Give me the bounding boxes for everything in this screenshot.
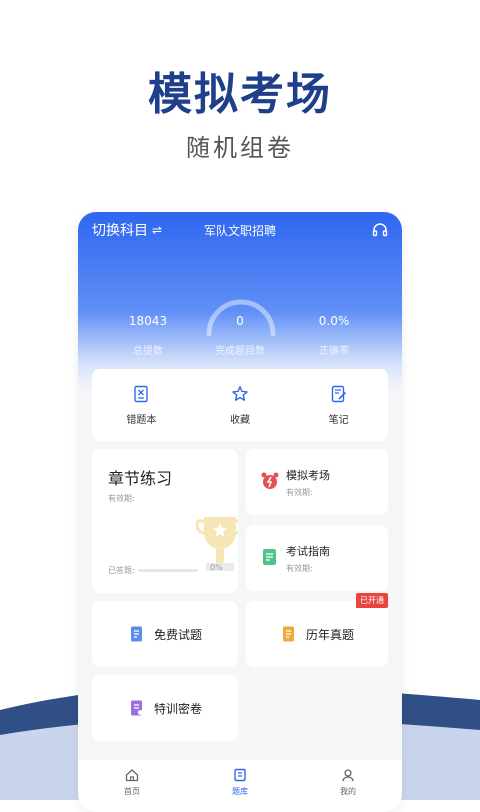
wrong-book-button[interactable]: 错题本 xyxy=(92,369,191,441)
opened-badge: 已开通 xyxy=(356,593,388,608)
tab-question-bank-label: 题库 xyxy=(232,787,248,796)
quick-actions-card: 错题本 收藏 笔记 xyxy=(92,369,388,441)
stat-accuracy-label: 正确率 xyxy=(319,346,349,357)
chapter-progress-bar xyxy=(138,569,198,572)
secret-paper-label: 特训密卷 xyxy=(153,701,202,716)
stat-completed-value: 0 xyxy=(236,314,244,328)
favorites-label: 收藏 xyxy=(230,414,250,426)
wrong-book-icon xyxy=(134,385,149,402)
hero-subtitle: 随机组卷 xyxy=(186,134,294,162)
free-questions-card[interactable]: 免费试题 xyxy=(92,601,238,667)
guide-doc-icon xyxy=(263,549,276,565)
stat-total-label: 总提数 xyxy=(133,346,163,357)
wrong-book-label: 错题本 xyxy=(126,414,157,426)
notes-label: 笔记 xyxy=(328,414,349,426)
past-papers-icon xyxy=(282,626,294,642)
exam-guide-card[interactable]: 考试指南 有效期: xyxy=(246,525,388,591)
mock-exam-title: 模拟考场 xyxy=(286,469,330,482)
stat-accuracy: 0.0% 正确率 xyxy=(284,314,384,357)
bottom-tab-bar: 首页 题库 我的 xyxy=(78,760,402,812)
free-questions-icon xyxy=(130,626,142,642)
stat-total: 18043 总提数 xyxy=(98,314,198,357)
stat-completed-label: 完成题目数 xyxy=(215,346,265,357)
tab-mine[interactable]: 我的 xyxy=(294,760,402,812)
phone-frame: 切换科目 ⇌ 军队文职招聘 18043 总提数 0 完成题目数 0.0% 正确率 xyxy=(78,212,402,812)
chapter-validity: 有效期: xyxy=(108,494,135,503)
notes-button[interactable]: 笔记 xyxy=(289,369,388,441)
subject-title: 军队文职招聘 xyxy=(203,224,276,238)
question-bank-icon xyxy=(234,768,246,782)
mock-exam-validity: 有效期: xyxy=(286,488,313,497)
tab-mine-label: 我的 xyxy=(340,787,356,796)
exam-guide-title: 考试指南 xyxy=(286,545,330,558)
mock-exam-card[interactable]: 模拟考场 有效期: xyxy=(246,449,388,515)
free-questions-label: 免费试题 xyxy=(153,627,202,642)
secret-paper-icon xyxy=(130,700,143,716)
tab-question-bank[interactable]: 题库 xyxy=(186,760,294,812)
hero-title: 模拟考场 xyxy=(148,69,332,120)
stat-completed: 0 完成题目数 xyxy=(190,314,290,357)
headset-icon[interactable] xyxy=(372,222,388,238)
star-icon xyxy=(232,385,248,401)
exam-guide-validity: 有效期: xyxy=(286,564,313,573)
secret-paper-card[interactable]: 特训密卷 xyxy=(92,675,238,741)
tab-home-label: 首页 xyxy=(124,787,140,796)
note-icon xyxy=(331,385,346,402)
chapter-practice-card[interactable]: 章节练习 有效期: 已答题: 0% xyxy=(92,449,238,593)
chapter-answered-label: 已答题: xyxy=(108,566,135,575)
chapter-progress-percent: 0% xyxy=(210,563,223,572)
stat-total-value: 18043 xyxy=(128,314,168,328)
chapter-practice-title: 章节练习 xyxy=(108,469,173,488)
past-papers-label: 历年真题 xyxy=(305,627,354,642)
stat-accuracy-value: 0.0% xyxy=(318,314,350,328)
favorites-button[interactable]: 收藏 xyxy=(191,369,290,441)
trophy-icon xyxy=(196,517,238,571)
alarm-clock-icon xyxy=(261,472,279,489)
top-bar: 切换科目 ⇌ 军队文职招聘 xyxy=(78,220,402,244)
past-papers-card[interactable]: 已开通 历年真题 xyxy=(246,593,388,667)
user-icon xyxy=(342,769,354,782)
tab-home[interactable]: 首页 xyxy=(78,760,186,812)
home-icon xyxy=(125,769,139,782)
